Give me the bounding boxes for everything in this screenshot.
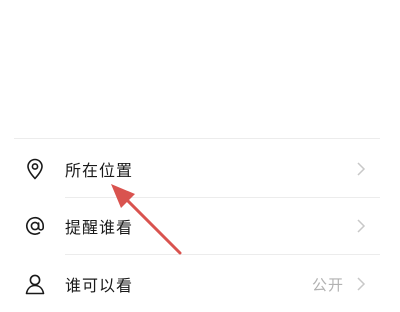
location-pin-icon [24,158,46,180]
remind-who-row[interactable]: 提醒谁看 [0,198,400,254]
who-can-see-label: 谁可以看 [65,276,134,295]
chevron-right-icon [357,162,366,176]
remind-who-label: 提醒谁看 [65,218,134,237]
chevron-right-icon [357,277,366,291]
visibility-value: 公开 [311,275,344,294]
location-label: 所在位置 [65,161,134,180]
chevron-right-icon [357,219,366,233]
person-icon [24,273,46,295]
location-row[interactable]: 所在位置 [0,141,400,197]
at-sign-icon [24,215,46,237]
who-can-see-row[interactable]: 谁可以看 公开 [0,256,400,312]
divider [65,254,380,255]
post-compose-area[interactable] [0,0,400,138]
divider [14,138,380,139]
